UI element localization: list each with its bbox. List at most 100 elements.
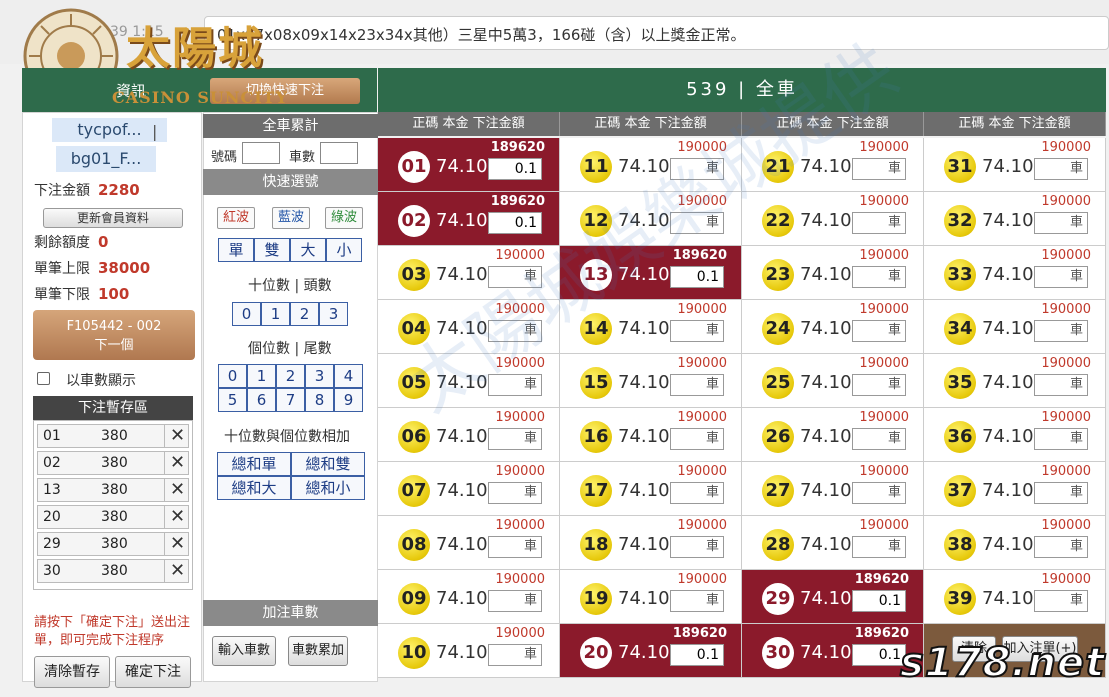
bet-amount-input[interactable]: 車 [670, 212, 724, 234]
number-cell-23[interactable]: 23 74.10 190000 車 [742, 246, 924, 300]
ones-button[interactable]: 8 [305, 388, 334, 412]
remove-icon[interactable]: ✕ [164, 533, 190, 555]
bet-amount-input[interactable]: 車 [488, 644, 542, 666]
car-input[interactable] [320, 142, 358, 164]
number-cell-12[interactable]: 12 74.10 190000 車 [560, 192, 742, 246]
number-cell-18[interactable]: 18 74.10 190000 車 [560, 516, 742, 570]
confirm-bet-button[interactable]: 確定下注 [115, 656, 191, 688]
number-cell-30[interactable]: 30 74.10 189620 0.1 [742, 624, 924, 678]
parity-button[interactable]: 單 [218, 238, 254, 262]
bet-amount-input[interactable]: 0.1 [852, 644, 906, 666]
bet-amount-input[interactable]: 0.1 [488, 158, 542, 180]
number-cell-26[interactable]: 26 74.10 190000 車 [742, 408, 924, 462]
bet-amount-input[interactable]: 車 [852, 266, 906, 288]
ones-button[interactable]: 7 [276, 388, 305, 412]
number-cell-01[interactable]: 01 74.10 189620 0.1 [378, 138, 560, 192]
input-car-button[interactable]: 輸入車數 [212, 636, 276, 666]
number-cell-38[interactable]: 38 74.10 190000 車 [924, 516, 1106, 570]
number-cell-05[interactable]: 05 74.10 190000 車 [378, 354, 560, 408]
number-cell-35[interactable]: 35 74.10 190000 車 [924, 354, 1106, 408]
number-cell-21[interactable]: 21 74.10 190000 車 [742, 138, 924, 192]
bet-amount-input[interactable]: 車 [1034, 428, 1088, 450]
bet-amount-input[interactable]: 車 [852, 158, 906, 180]
number-cell-04[interactable]: 04 74.10 190000 車 [378, 300, 560, 354]
bet-amount-input[interactable]: 車 [1034, 266, 1088, 288]
number-cell-36[interactable]: 36 74.10 190000 車 [924, 408, 1106, 462]
number-cell-37[interactable]: 37 74.10 190000 車 [924, 462, 1106, 516]
number-cell-03[interactable]: 03 74.10 190000 車 [378, 246, 560, 300]
number-cell-10[interactable]: 10 74.10 190000 車 [378, 624, 560, 678]
number-cell-08[interactable]: 08 74.10 190000 車 [378, 516, 560, 570]
ones-button[interactable]: 1 [247, 364, 276, 388]
parity-button[interactable]: 雙 [254, 238, 290, 262]
sum-button[interactable]: 總和雙 [291, 452, 365, 476]
bet-amount-input[interactable]: 車 [488, 374, 542, 396]
bet-amount-input[interactable]: 車 [670, 482, 724, 504]
bet-amount-input[interactable]: 車 [670, 428, 724, 450]
tens-button[interactable]: 2 [290, 302, 319, 326]
bet-amount-input[interactable]: 0.1 [488, 212, 542, 234]
tens-button[interactable]: 1 [261, 302, 290, 326]
bet-amount-input[interactable]: 0.1 [852, 590, 906, 612]
bet-amount-input[interactable]: 車 [488, 320, 542, 342]
remove-icon[interactable]: ✕ [164, 452, 190, 474]
remove-icon[interactable]: ✕ [164, 560, 190, 582]
bet-amount-input[interactable]: 車 [488, 428, 542, 450]
number-cell-15[interactable]: 15 74.10 190000 車 [560, 354, 742, 408]
bet-amount-input[interactable]: 車 [852, 374, 906, 396]
number-cell-33[interactable]: 33 74.10 190000 車 [924, 246, 1106, 300]
number-cell-27[interactable]: 27 74.10 190000 車 [742, 462, 924, 516]
sum-button[interactable]: 總和大 [217, 476, 291, 500]
number-cell-20[interactable]: 20 74.10 189620 0.1 [560, 624, 742, 678]
number-cell-19[interactable]: 19 74.10 190000 車 [560, 570, 742, 624]
ones-button[interactable]: 3 [305, 364, 334, 388]
remove-icon[interactable]: ✕ [164, 479, 190, 501]
bet-amount-input[interactable]: 車 [1034, 158, 1088, 180]
number-cell-07[interactable]: 07 74.10 190000 車 [378, 462, 560, 516]
bet-amount-input[interactable]: 車 [670, 320, 724, 342]
bet-amount-input[interactable]: 車 [852, 320, 906, 342]
number-cell-32[interactable]: 32 74.10 190000 車 [924, 192, 1106, 246]
bet-amount-input[interactable]: 車 [670, 590, 724, 612]
bet-amount-input[interactable]: 車 [852, 536, 906, 558]
update-member-button[interactable]: 更新會員資料 [43, 208, 183, 228]
bet-amount-input[interactable]: 車 [1034, 212, 1088, 234]
number-cell-39[interactable]: 39 74.10 190000 車 [924, 570, 1106, 624]
number-cell-14[interactable]: 14 74.10 190000 車 [560, 300, 742, 354]
bet-amount-input[interactable]: 車 [488, 590, 542, 612]
bet-amount-input[interactable]: 車 [852, 212, 906, 234]
tens-button[interactable]: 0 [232, 302, 261, 326]
number-cell-16[interactable]: 16 74.10 190000 車 [560, 408, 742, 462]
bet-amount-input[interactable]: 車 [1034, 482, 1088, 504]
bet-amount-input[interactable]: 車 [670, 158, 724, 180]
bet-amount-input[interactable]: 車 [852, 482, 906, 504]
tens-button[interactable]: 3 [319, 302, 348, 326]
red-wave-button[interactable]: 紅波 [217, 207, 255, 229]
next-button[interactable]: F105442 - 002 下一個 [33, 310, 195, 360]
number-cell-22[interactable]: 22 74.10 190000 車 [742, 192, 924, 246]
bet-amount-input[interactable]: 0.1 [670, 266, 724, 288]
number-cell-25[interactable]: 25 74.10 190000 車 [742, 354, 924, 408]
acc-car-button[interactable]: 車數累加 [288, 636, 348, 666]
number-cell-24[interactable]: 24 74.10 190000 車 [742, 300, 924, 354]
ones-button[interactable]: 4 [334, 364, 363, 388]
bet-amount-input[interactable]: 車 [1034, 536, 1088, 558]
number-cell-13[interactable]: 13 74.10 189620 0.1 [560, 246, 742, 300]
blue-wave-button[interactable]: 藍波 [272, 207, 310, 229]
sum-button[interactable]: 總和小 [291, 476, 365, 500]
number-cell-09[interactable]: 09 74.10 190000 車 [378, 570, 560, 624]
green-wave-button[interactable]: 綠波 [325, 207, 363, 229]
number-cell-31[interactable]: 31 74.10 190000 車 [924, 138, 1106, 192]
number-cell-29[interactable]: 29 74.10 189620 0.1 [742, 570, 924, 624]
by-car-checkbox[interactable] [37, 372, 50, 385]
ones-button[interactable]: 9 [334, 388, 363, 412]
remove-icon[interactable]: ✕ [164, 425, 190, 447]
bet-amount-input[interactable]: 車 [1034, 590, 1088, 612]
number-cell-17[interactable]: 17 74.10 190000 車 [560, 462, 742, 516]
bet-amount-input[interactable]: 車 [670, 374, 724, 396]
ones-button[interactable]: 5 [218, 388, 247, 412]
bet-amount-input[interactable]: 車 [488, 536, 542, 558]
remove-icon[interactable]: ✕ [164, 506, 190, 528]
parity-button[interactable]: 大 [290, 238, 326, 262]
bet-amount-input[interactable]: 車 [1034, 320, 1088, 342]
